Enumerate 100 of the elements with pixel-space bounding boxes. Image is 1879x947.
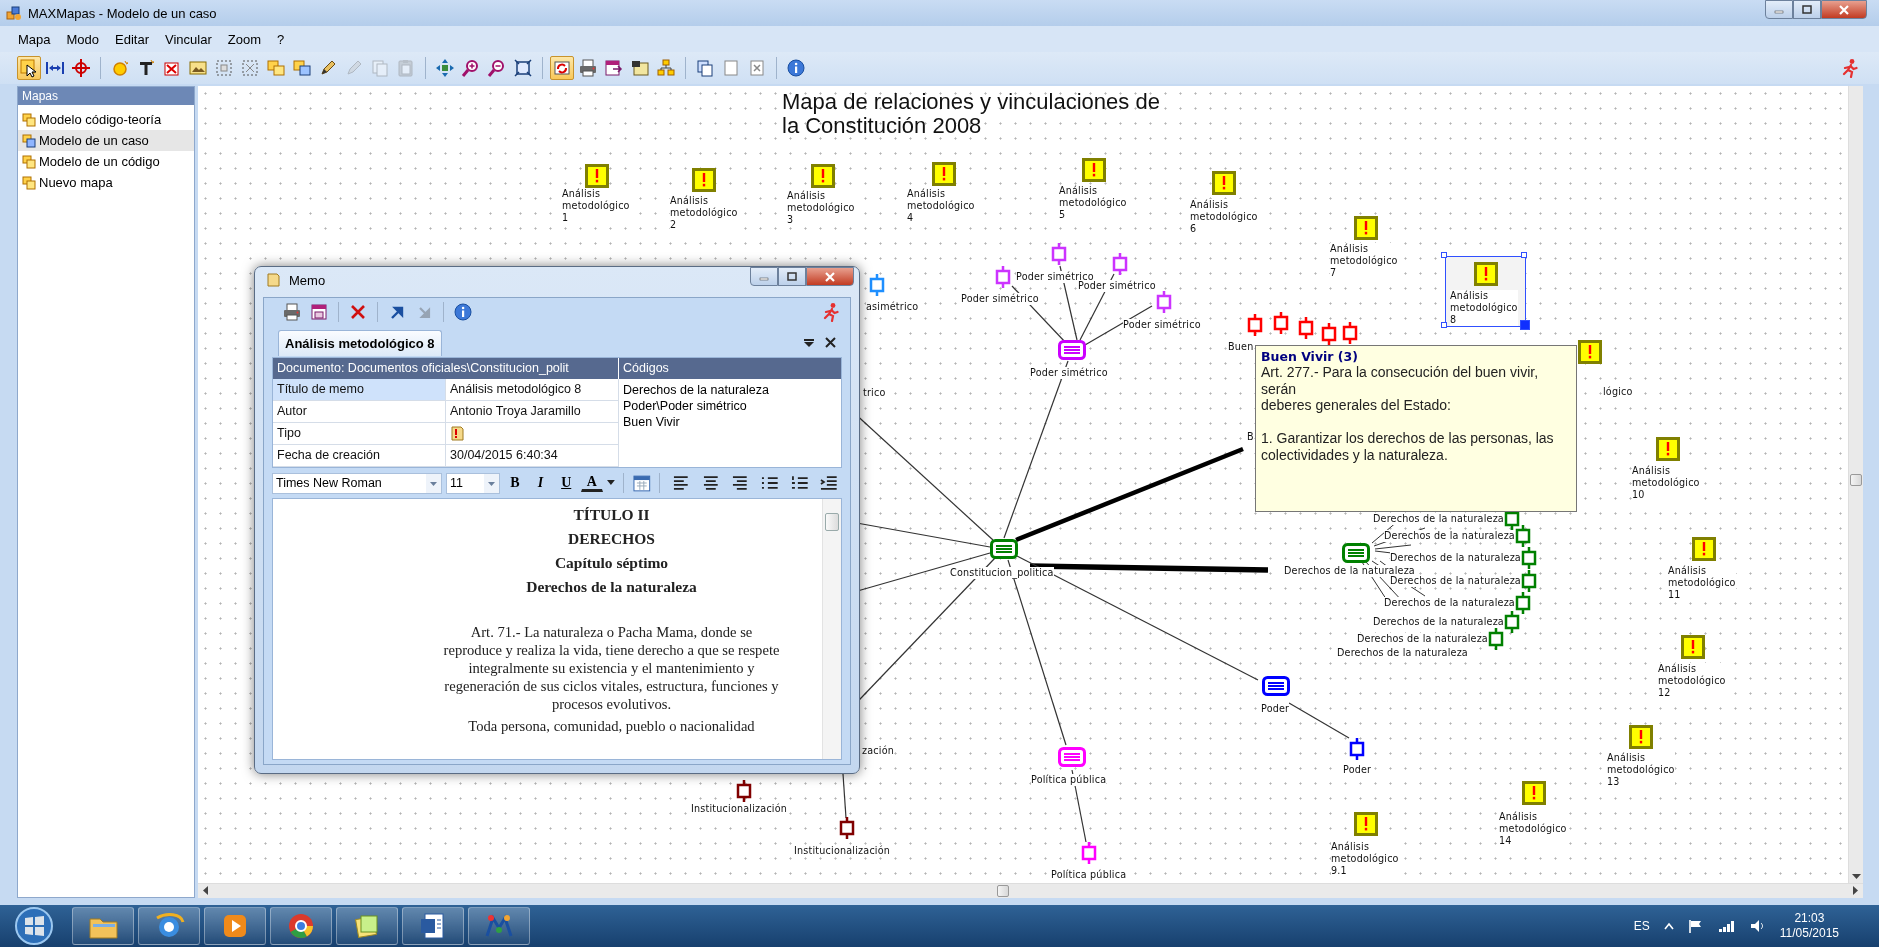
property-label: Fecha de creación	[273, 445, 446, 467]
property-label: Título de memo	[273, 379, 446, 401]
map-list-item[interactable]: Modelo de un caso	[18, 130, 194, 151]
node-label: Derechos de la naturaleza	[1390, 552, 1521, 564]
taskbar-app[interactable]	[72, 907, 134, 945]
dropdown-icon[interactable]	[803, 337, 815, 348]
maximize-icon[interactable]	[1801, 4, 1813, 15]
map-list-item[interactable]: Nuevo mapa	[18, 172, 194, 193]
map-list-item[interactable]: Modelo código-teoría	[18, 109, 194, 130]
text-editor[interactable]	[272, 498, 842, 760]
node-label: Poder simétrico	[961, 293, 1039, 305]
tooltip-title: Buen Vivir (3)	[1261, 349, 1359, 364]
node-label: Política pública	[1031, 774, 1107, 786]
node-label: Derechos de la naturaleza	[1384, 530, 1515, 542]
memo-label: Análisis metodológico 14	[1499, 811, 1567, 847]
map-icon	[22, 112, 36, 127]
format-button[interactable]: I	[529, 472, 552, 494]
indent-icon[interactable]	[819, 473, 839, 493]
taskbar-app[interactable]	[138, 907, 200, 945]
memo-tab[interactable]: Análisis metodológico 8	[278, 330, 442, 356]
node-label: asimétrico	[866, 301, 919, 313]
language-indicator[interactable]: ES	[1633, 919, 1650, 933]
node-label: Política pública	[1051, 869, 1127, 881]
menu-item[interactable]: Vincular	[157, 28, 220, 50]
taskbar-app[interactable]	[336, 907, 398, 945]
memo-paragraph: Art. 71.- La naturaleza o Pacha Mama, donde se reproduce y realiza la vida, tiene derecho a que se respete integralmente su existencia y el mantenimiento y regeneración de sus ciclos vitales, estructura, funciones y procesos evolutivos.	[442, 623, 781, 713]
speaker-icon[interactable]	[1749, 919, 1766, 933]
scroll-right-icon[interactable]	[1850, 884, 1860, 897]
vertical-scrollbar[interactable]	[822, 499, 841, 759]
align-left-icon[interactable]	[671, 473, 691, 493]
scroll-thumb[interactable]	[1850, 474, 1862, 486]
close-button[interactable]	[806, 267, 854, 286]
taskbar-app[interactable]	[402, 907, 464, 945]
node-label: Poder simétrico	[1078, 280, 1156, 292]
close-icon[interactable]	[825, 337, 836, 348]
menu-item[interactable]: Mapa	[10, 28, 59, 50]
format-button[interactable]: U	[555, 472, 578, 494]
minimize-button[interactable]	[1765, 0, 1793, 19]
node-label: Derechos de la naturaleza	[1373, 513, 1504, 525]
horizontal-scrollbar[interactable]	[198, 883, 1863, 898]
menu-item[interactable]: Zoom	[219, 28, 269, 50]
scroll-thumb[interactable]	[997, 885, 1009, 897]
node-label: trico	[863, 387, 886, 399]
memo-label: Análisis metodológico 6	[1190, 199, 1258, 235]
maximize-icon[interactable]	[786, 271, 798, 282]
memo-label: Análisis metodológico 4	[907, 188, 975, 224]
calendar-icon[interactable]	[631, 473, 652, 493]
crosshair-icon[interactable]	[69, 56, 93, 80]
node-label: Derechos de la naturaleza	[1390, 575, 1521, 587]
maximize-button[interactable]	[778, 267, 806, 286]
maximize-button[interactable]	[1793, 0, 1821, 19]
size-dropdown[interactable]: 11	[446, 472, 501, 494]
column-header: Códigos	[619, 358, 841, 379]
resize-handle[interactable]	[1441, 322, 1447, 328]
memo-label: Análisis metodológico 2	[670, 195, 738, 231]
signal-icon[interactable]	[1717, 919, 1736, 933]
taskbar-app[interactable]	[270, 907, 332, 945]
clock[interactable]: 21:03 11/05/2015	[1779, 911, 1839, 941]
property-label: Tipo	[273, 423, 446, 445]
format-button[interactable]: A	[581, 474, 603, 492]
memo-icon	[1474, 262, 1498, 286]
info-icon[interactable]	[451, 300, 475, 324]
resize-handle[interactable]	[1441, 252, 1447, 258]
menu-item[interactable]: Modo	[58, 28, 108, 50]
memo-label: Análisis metodológico 12	[1658, 663, 1726, 699]
map-icon	[22, 175, 36, 190]
scroll-down-icon[interactable]	[1850, 871, 1863, 881]
map-icon	[22, 154, 36, 169]
menu-item[interactable]: Editar	[107, 28, 158, 50]
node-label: Poder simétrico	[1030, 367, 1108, 379]
start-button[interactable]	[14, 906, 54, 946]
format-button[interactable]: B	[504, 472, 526, 494]
font-dropdown[interactable]: Times New Roman	[272, 472, 442, 494]
resize-handle[interactable]	[1521, 252, 1527, 258]
code-item: Derechos de la naturaleza	[623, 382, 770, 398]
memo-label: Análisis metodológico 1	[562, 188, 630, 224]
caret-icon[interactable]	[606, 480, 615, 486]
info-icon[interactable]	[784, 56, 808, 80]
node-label: zación	[862, 745, 894, 757]
scroll-left-icon[interactable]	[201, 884, 211, 897]
memo-label: Análisis metodológico 8	[1450, 290, 1518, 326]
resize-handle[interactable]	[1520, 320, 1530, 330]
map-list-item[interactable]: Modelo de un código	[18, 151, 194, 172]
memo-heading: DERECHOS	[567, 529, 656, 549]
node-label: Derechos de la naturaleza	[1384, 597, 1515, 609]
close-button[interactable]	[1821, 0, 1867, 19]
property-value: Antonio Troya Jaramillo	[446, 401, 619, 423]
minimize-button[interactable]	[750, 267, 778, 286]
flag-icon[interactable]	[1687, 919, 1704, 933]
vertical-scrollbar[interactable]	[1848, 86, 1863, 883]
taskbar-app[interactable]	[204, 907, 266, 945]
select-tool-icon[interactable]	[17, 56, 41, 80]
property-value: Análisis metodológico 8	[446, 379, 619, 401]
property-label: Autor	[273, 401, 446, 423]
node-label: Derechos de la naturaleza	[1337, 647, 1468, 659]
memo-label: lógico	[1603, 386, 1633, 398]
menu-item[interactable]: ?	[269, 28, 293, 50]
node-label: Poder	[1261, 703, 1290, 715]
map-title: Mapa de relaciones y vinculaciones de la Constitución 2008	[782, 90, 1160, 138]
refresh-icon[interactable]	[550, 56, 574, 80]
